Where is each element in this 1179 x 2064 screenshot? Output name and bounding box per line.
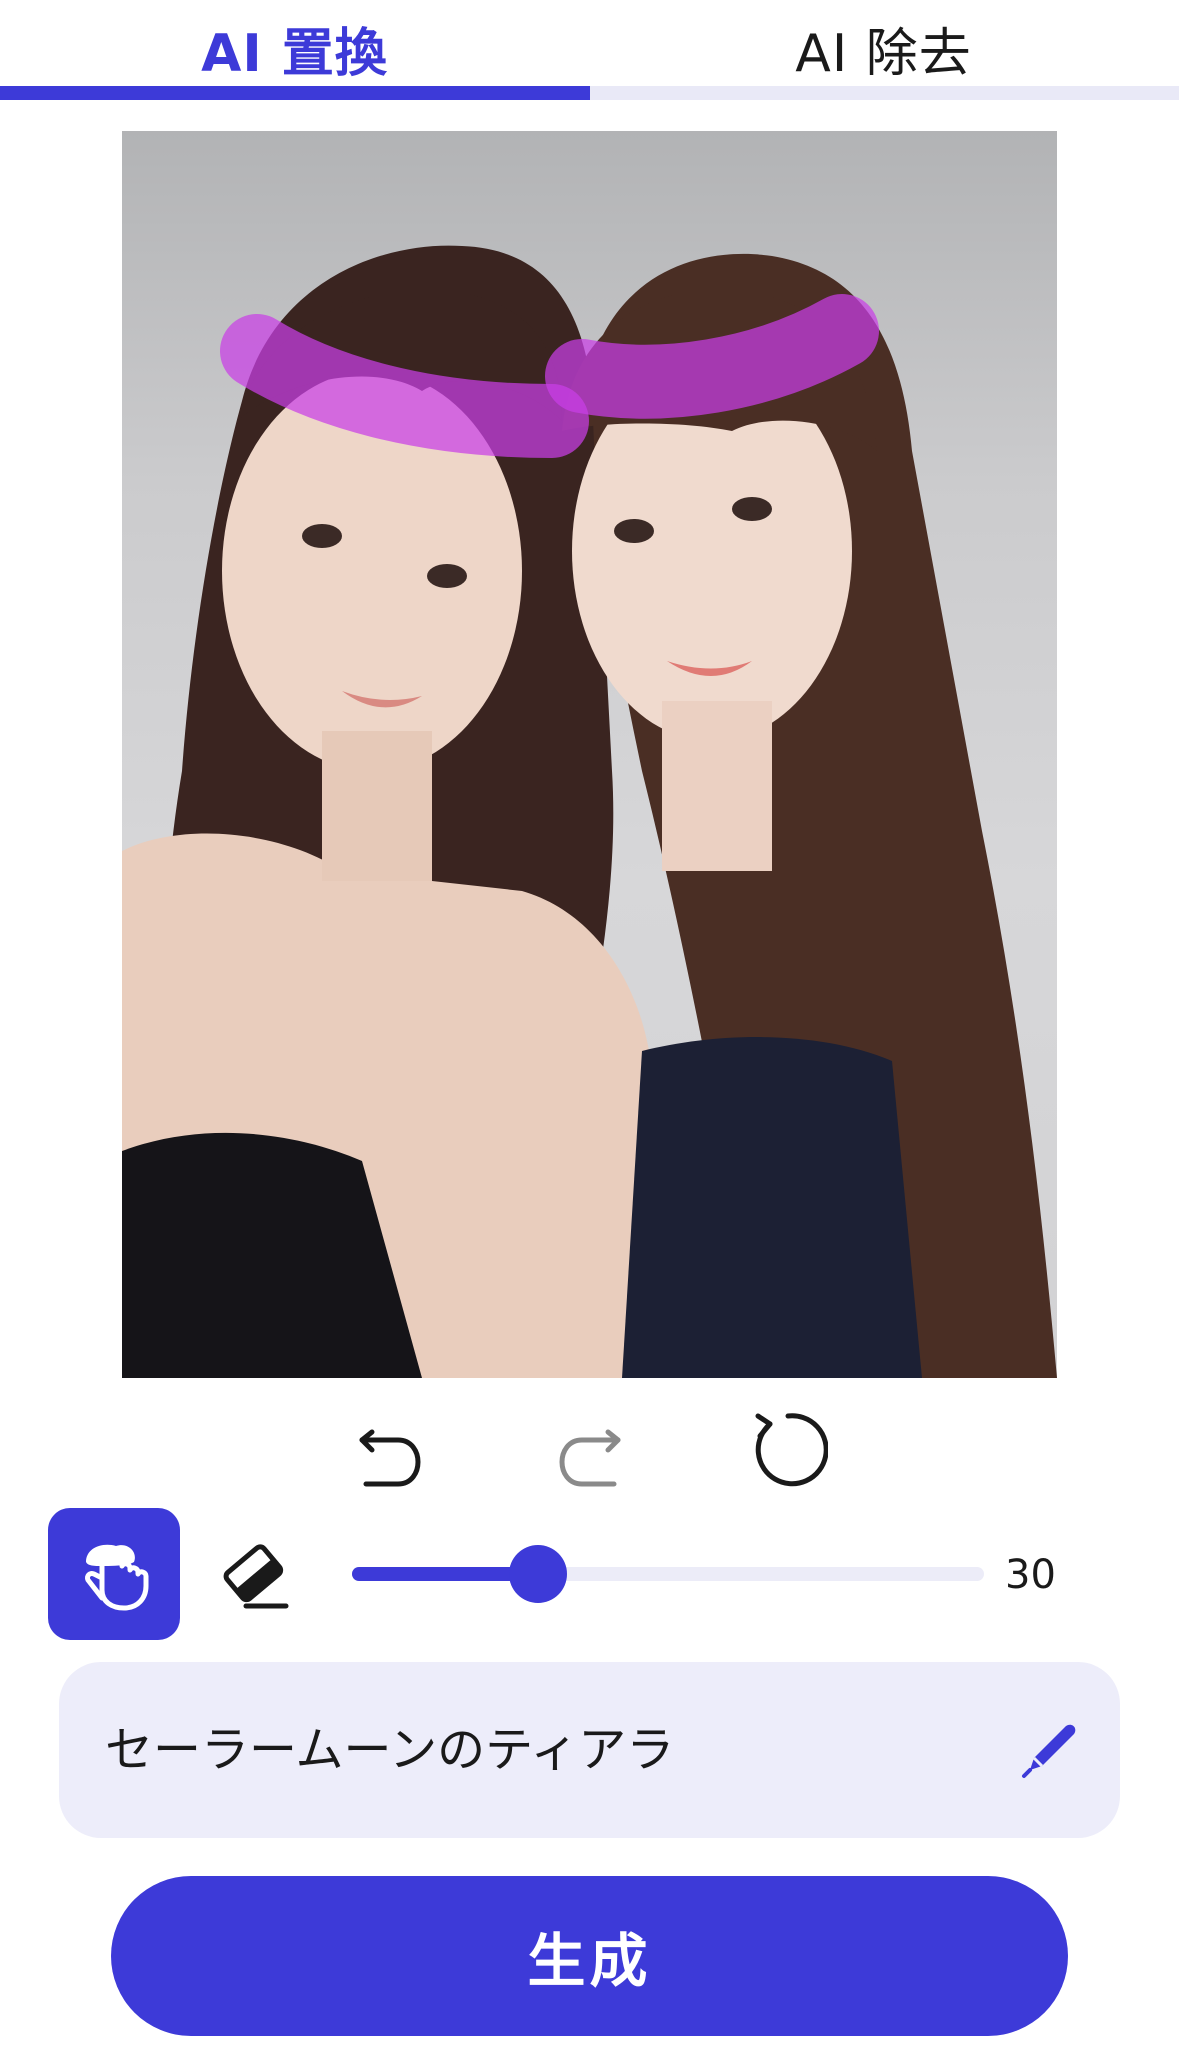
- eraser-tool-button[interactable]: [212, 1528, 296, 1620]
- history-controls: [0, 1405, 1179, 1495]
- reset-button[interactable]: [743, 1405, 833, 1495]
- slider-thumb[interactable]: [509, 1545, 567, 1603]
- prompt-text: セーラームーンのティアラ: [105, 1722, 675, 1778]
- undo-button[interactable]: [345, 1405, 435, 1495]
- photo-illustration: [122, 245, 1057, 1378]
- brush-size-value: 30: [1005, 1552, 1056, 1598]
- tab-active-indicator: [0, 86, 590, 100]
- prompt-field[interactable]: セーラームーンのティアラ: [59, 1662, 1120, 1838]
- generate-button[interactable]: 生成: [111, 1876, 1068, 2036]
- reset-icon: [755, 1413, 828, 1487]
- brush-tool-button[interactable]: [48, 1508, 180, 1640]
- redo-icon: [559, 1429, 621, 1487]
- eraser-icon: [223, 1544, 289, 1609]
- edit-prompt-button[interactable]: [1016, 1716, 1084, 1784]
- redo-button[interactable]: [545, 1405, 635, 1495]
- undo-icon: [359, 1429, 421, 1487]
- photo-canvas[interactable]: [122, 131, 1057, 1378]
- pen-icon: [1022, 1724, 1076, 1778]
- tab-ai-remove[interactable]: AI 除去: [589, 8, 1178, 88]
- brush-size-slider[interactable]: [352, 1545, 984, 1603]
- right-person-dress: [622, 1037, 922, 1378]
- tab-ai-replace[interactable]: AI 置換: [0, 8, 589, 88]
- brush-hand-icon: [85, 1544, 149, 1611]
- mode-tabs: AI 置換 AI 除去: [0, 0, 1179, 100]
